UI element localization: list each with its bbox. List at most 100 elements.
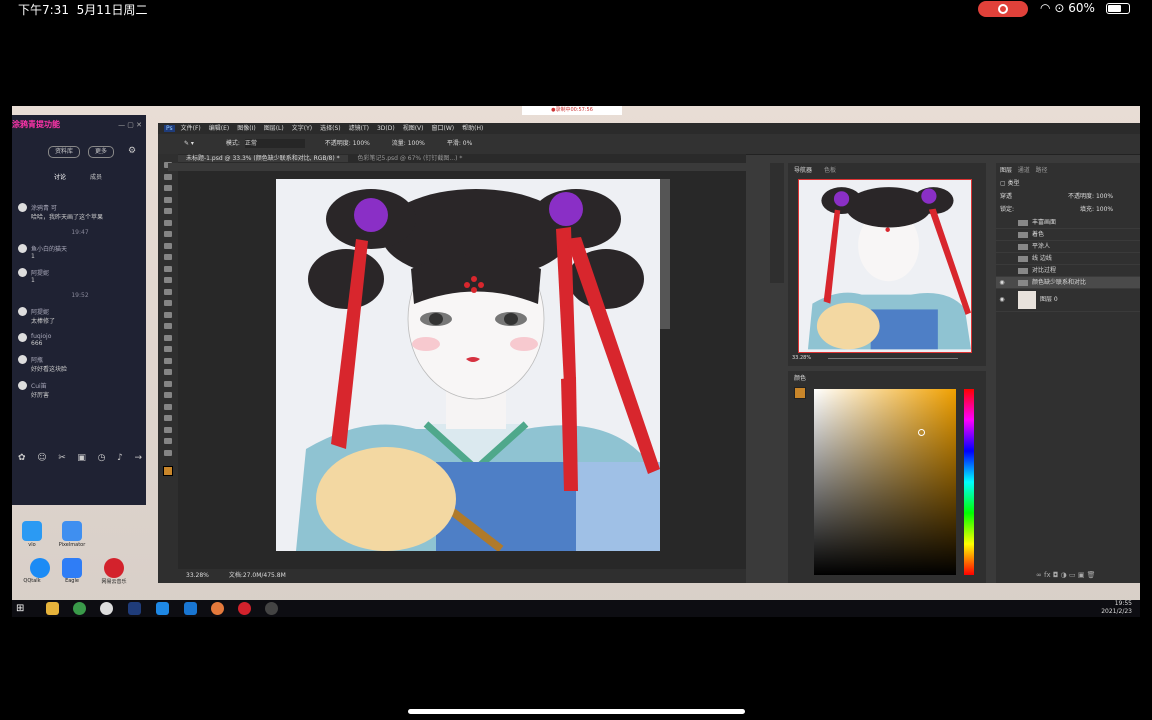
- desktop-icon-eagle[interactable]: [62, 558, 82, 578]
- tab-discussion[interactable]: 讨论: [54, 172, 66, 181]
- home-indicator[interactable]: [408, 709, 745, 714]
- desktop-icon-netease[interactable]: [104, 558, 124, 578]
- navigator-preview[interactable]: [798, 179, 972, 353]
- foreground-swatch[interactable]: [794, 387, 806, 399]
- library-button[interactable]: 资料库: [48, 146, 80, 158]
- tool-icon[interactable]: [164, 334, 172, 341]
- tool-icon[interactable]: [164, 449, 172, 456]
- layer-row[interactable]: 着色: [996, 229, 1140, 241]
- settings-icon[interactable]: ⚙: [128, 146, 136, 156]
- color-picker-cursor[interactable]: [918, 429, 925, 436]
- ps-menu-item[interactable]: 图层(L): [264, 125, 284, 132]
- chat-message[interactable]: 阿提妮 1: [18, 268, 142, 284]
- layer-row[interactable]: 平涂人: [996, 241, 1140, 253]
- chat-message[interactable]: Cui笛 好厉害: [18, 381, 142, 399]
- visibility-eye-icon[interactable]: ◉: [996, 289, 1008, 311]
- window-controls[interactable]: — ▢ ✕: [118, 121, 142, 129]
- chrome-icon[interactable]: [73, 602, 86, 615]
- artwork-canvas[interactable]: [276, 179, 660, 551]
- ps-menu-item[interactable]: 视图(V): [403, 125, 424, 132]
- layers-footer-icons[interactable]: ∞ fx ◘ ◑ ▭ ▣ 🗑: [1036, 571, 1096, 579]
- tool-icon[interactable]: [164, 208, 172, 214]
- ps-menu-item[interactable]: 编辑(E): [209, 125, 229, 132]
- image-icon[interactable]: ▣: [77, 453, 86, 463]
- tool-icon[interactable]: [164, 403, 172, 410]
- tool-icon[interactable]: [164, 392, 172, 398]
- avatar[interactable]: [18, 268, 27, 277]
- tab-swatches[interactable]: 色板: [824, 165, 836, 174]
- tool-icon[interactable]: [164, 196, 172, 203]
- opacity-value[interactable]: 100%: [353, 140, 370, 147]
- visibility-eye-icon[interactable]: ◉: [996, 277, 1008, 288]
- start-icon[interactable]: ⊞: [16, 602, 29, 615]
- app-icon[interactable]: [100, 602, 113, 615]
- tab-navigator[interactable]: 导航器: [794, 165, 812, 174]
- clock-icon[interactable]: ◷: [98, 453, 106, 463]
- tool-icon[interactable]: [164, 438, 172, 444]
- avatar[interactable]: [18, 381, 27, 390]
- ps-menu-item[interactable]: 选择(S): [320, 125, 341, 132]
- foreground-color-swatch[interactable]: [163, 466, 173, 476]
- avatar[interactable]: [18, 307, 27, 316]
- tool-icon[interactable]: [164, 346, 172, 352]
- ps-menu-item[interactable]: 图像(I): [237, 125, 255, 132]
- tool-icon[interactable]: [164, 277, 172, 283]
- recorder-icon[interactable]: [211, 602, 224, 615]
- tool-icon[interactable]: [164, 300, 172, 306]
- photoshop-taskbar-icon[interactable]: [128, 602, 141, 615]
- tool-icon[interactable]: [164, 173, 172, 180]
- flow-value[interactable]: 100%: [408, 140, 425, 147]
- layer-row[interactable]: ◉ 图层 0: [996, 289, 1140, 312]
- color-field[interactable]: [814, 389, 956, 575]
- send-icon[interactable]: →: [134, 453, 142, 463]
- app-icon[interactable]: [265, 602, 278, 615]
- ps-menu-item[interactable]: 3D(D): [377, 125, 395, 132]
- tool-icon[interactable]: [164, 219, 172, 226]
- tool-icon[interactable]: [164, 185, 172, 191]
- chat-message[interactable]: 涂鸦青 可哈哈，我昨天画了这个苹果: [18, 203, 142, 221]
- screen-record-indicator[interactable]: [978, 1, 1028, 17]
- layer-row[interactable]: 对比过程: [996, 265, 1140, 277]
- layer-row[interactable]: ◉ 颜色缺少联系和对比: [996, 277, 1140, 289]
- tool-icon[interactable]: [164, 242, 172, 249]
- blend-mode[interactable]: 穿透: [1000, 191, 1012, 200]
- tool-icon[interactable]: [164, 357, 172, 364]
- mode-select[interactable]: 正常: [244, 139, 305, 148]
- sticker-icon[interactable]: ✿: [18, 453, 26, 463]
- layer-row[interactable]: 丰富画面: [996, 217, 1140, 229]
- ps-menu-item[interactable]: 帮助(H): [462, 125, 483, 132]
- layer-kind-filter[interactable]: ▢ 类型: [1000, 178, 1020, 187]
- layer-opacity[interactable]: 不透明度: 100%: [1068, 191, 1113, 200]
- status-zoom[interactable]: 33.28%: [186, 572, 209, 579]
- tab-layers[interactable]: 图层: [1000, 167, 1012, 174]
- tab-document-1[interactable]: 未标题-1.psd @ 33.3% (颜色缺少联系和对比, RGB/8) *: [178, 155, 348, 162]
- tool-icon[interactable]: [164, 369, 172, 375]
- tool-icon[interactable]: [164, 380, 172, 387]
- netease-taskbar-icon[interactable]: [238, 602, 251, 615]
- tool-icon[interactable]: [164, 254, 172, 260]
- navigator-zoom-slider[interactable]: [828, 358, 958, 359]
- chat-message[interactable]: 阿瓶 好好看这块脸: [18, 355, 142, 373]
- avatar[interactable]: [18, 203, 27, 212]
- ps-menu-item[interactable]: 文件(F): [181, 125, 201, 132]
- chat-message[interactable]: 鱼小白的猫天 1: [18, 244, 142, 260]
- tool-icon[interactable]: [164, 415, 172, 421]
- tool-icon[interactable]: [164, 265, 172, 272]
- brush-tool-icon[interactable]: ✎ ▾: [184, 140, 194, 147]
- layer-fill[interactable]: 填充: 100%: [1080, 204, 1113, 213]
- avatar[interactable]: [18, 355, 27, 364]
- canvas-scrollbar[interactable]: [660, 179, 670, 329]
- emoji-icon[interactable]: ☺: [37, 453, 46, 463]
- ps-menu-item[interactable]: 文字(Y): [292, 125, 312, 132]
- chat-message[interactable]: fuqiojo 666: [18, 333, 142, 347]
- tool-icon[interactable]: [164, 288, 172, 295]
- layer-row[interactable]: 线 边线: [996, 253, 1140, 265]
- tab-paths[interactable]: 路径: [1036, 167, 1048, 174]
- tool-icon[interactable]: [164, 323, 172, 329]
- tool-icon[interactable]: [164, 231, 172, 237]
- file-explorer-icon[interactable]: [46, 602, 59, 615]
- desktop-icon-pixelmator[interactable]: [62, 521, 82, 541]
- ps-menu-item[interactable]: 窗口(W): [432, 125, 455, 132]
- navigator-zoom[interactable]: 33.28%: [792, 355, 811, 361]
- system-clock[interactable]: 19:55 2021/2/23: [1101, 600, 1132, 616]
